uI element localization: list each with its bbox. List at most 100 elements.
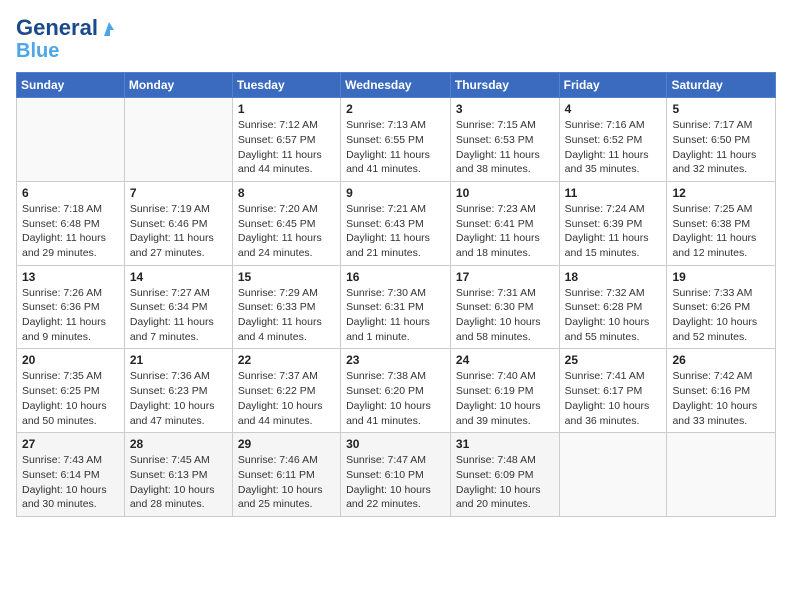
calendar-cell — [559, 433, 667, 517]
logo: General Blue — [16, 16, 118, 62]
calendar-cell: 7 Sunrise: 7:19 AM Sunset: 6:46 PM Daylig… — [124, 181, 232, 265]
calendar-cell — [124, 98, 232, 182]
day-info: Sunrise: 7:32 AM Sunset: 6:28 PM Dayligh… — [565, 286, 662, 345]
day-info: Sunrise: 7:42 AM Sunset: 6:16 PM Dayligh… — [672, 369, 770, 428]
logo-icon — [100, 20, 118, 38]
day-info: Sunrise: 7:45 AM Sunset: 6:13 PM Dayligh… — [130, 453, 227, 512]
day-info: Sunrise: 7:41 AM Sunset: 6:17 PM Dayligh… — [565, 369, 662, 428]
day-number: 29 — [238, 437, 335, 451]
day-info: Sunrise: 7:38 AM Sunset: 6:20 PM Dayligh… — [346, 369, 445, 428]
calendar-cell: 31Sunrise: 7:48 AM Sunset: 6:09 PM Dayli… — [450, 433, 559, 517]
calendar-week-row: 1Sunrise: 7:12 AM Sunset: 6:57 PM Daylig… — [17, 98, 776, 182]
calendar-cell: 23 Sunrise: 7:38 AM Sunset: 6:20 PM Dayli… — [341, 349, 451, 433]
day-info: Sunrise: 7:40 AM Sunset: 6:19 PM Dayligh… — [456, 369, 554, 428]
day-number: 18 — [565, 270, 662, 284]
calendar-week-row: 13Sunrise: 7:26 AM Sunset: 6:36 PM Dayli… — [17, 265, 776, 349]
day-info: Sunrise: 7:29 AM Sunset: 6:33 PM Dayligh… — [238, 286, 335, 345]
page-header: General Blue — [16, 16, 776, 62]
day-info: Sunrise: 7:23 AM Sunset: 6:41 PM Dayligh… — [456, 202, 554, 261]
day-info: Sunrise: 7:33 AM Sunset: 6:26 PM Dayligh… — [672, 286, 770, 345]
day-info: Sunrise: 7:18 AM Sunset: 6:48 PM Dayligh… — [22, 202, 119, 261]
day-number: 16 — [346, 270, 445, 284]
calendar-cell — [17, 98, 125, 182]
calendar-cell: 19 Sunrise: 7:33 AM Sunset: 6:26 PM Dayli… — [667, 265, 776, 349]
logo-blue: Blue — [16, 40, 59, 62]
weekday-header: Friday — [559, 73, 667, 98]
day-info: Sunrise: 7:15 AM Sunset: 6:53 PM Dayligh… — [456, 118, 554, 177]
calendar-cell: 8Sunrise: 7:20 AM Sunset: 6:45 PM Daylig… — [232, 181, 340, 265]
day-number: 26 — [672, 353, 770, 367]
day-number: 7 — [130, 186, 227, 200]
day-number: 19 — [672, 270, 770, 284]
weekday-header: Sunday — [17, 73, 125, 98]
day-info: Sunrise: 7:16 AM Sunset: 6:52 PM Dayligh… — [565, 118, 662, 177]
day-info: Sunrise: 7:30 AM Sunset: 6:31 PM Dayligh… — [346, 286, 445, 345]
day-number: 23 — [346, 353, 445, 367]
calendar-cell: 14 Sunrise: 7:27 AM Sunset: 6:34 PM Dayli… — [124, 265, 232, 349]
calendar-cell: 6Sunrise: 7:18 AM Sunset: 6:48 PM Daylig… — [17, 181, 125, 265]
calendar-cell: 26 Sunrise: 7:42 AM Sunset: 6:16 PM Dayli… — [667, 349, 776, 433]
day-info: Sunrise: 7:24 AM Sunset: 6:39 PM Dayligh… — [565, 202, 662, 261]
day-number: 1 — [238, 102, 335, 116]
day-info: Sunrise: 7:17 AM Sunset: 6:50 PM Dayligh… — [672, 118, 770, 177]
day-number: 15 — [238, 270, 335, 284]
day-number: 8 — [238, 186, 335, 200]
day-number: 9 — [346, 186, 445, 200]
day-info: Sunrise: 7:26 AM Sunset: 6:36 PM Dayligh… — [22, 286, 119, 345]
calendar-cell: 9 Sunrise: 7:21 AM Sunset: 6:43 PM Daylig… — [341, 181, 451, 265]
weekday-header: Saturday — [667, 73, 776, 98]
calendar-cell: 30 Sunrise: 7:47 AM Sunset: 6:10 PM Dayli… — [341, 433, 451, 517]
day-number: 14 — [130, 270, 227, 284]
day-number: 3 — [456, 102, 554, 116]
calendar-cell: 20Sunrise: 7:35 AM Sunset: 6:25 PM Dayli… — [17, 349, 125, 433]
calendar-cell — [667, 433, 776, 517]
day-number: 20 — [22, 353, 119, 367]
day-info: Sunrise: 7:36 AM Sunset: 6:23 PM Dayligh… — [130, 369, 227, 428]
day-info: Sunrise: 7:21 AM Sunset: 6:43 PM Dayligh… — [346, 202, 445, 261]
calendar-cell: 2 Sunrise: 7:13 AM Sunset: 6:55 PM Daylig… — [341, 98, 451, 182]
day-info: Sunrise: 7:25 AM Sunset: 6:38 PM Dayligh… — [672, 202, 770, 261]
weekday-header: Wednesday — [341, 73, 451, 98]
calendar-cell: 3 Sunrise: 7:15 AM Sunset: 6:53 PM Daylig… — [450, 98, 559, 182]
calendar-cell: 1Sunrise: 7:12 AM Sunset: 6:57 PM Daylig… — [232, 98, 340, 182]
calendar-cell: 21 Sunrise: 7:36 AM Sunset: 6:23 PM Dayli… — [124, 349, 232, 433]
calendar-week-row: 27Sunrise: 7:43 AM Sunset: 6:14 PM Dayli… — [17, 433, 776, 517]
day-number: 2 — [346, 102, 445, 116]
calendar-table: SundayMondayTuesdayWednesdayThursdayFrid… — [16, 72, 776, 517]
day-number: 25 — [565, 353, 662, 367]
day-info: Sunrise: 7:31 AM Sunset: 6:30 PM Dayligh… — [456, 286, 554, 345]
calendar-cell: 18 Sunrise: 7:32 AM Sunset: 6:28 PM Dayli… — [559, 265, 667, 349]
day-number: 21 — [130, 353, 227, 367]
day-number: 31 — [456, 437, 554, 451]
calendar-cell: 4 Sunrise: 7:16 AM Sunset: 6:52 PM Daylig… — [559, 98, 667, 182]
calendar-week-row: 6Sunrise: 7:18 AM Sunset: 6:48 PM Daylig… — [17, 181, 776, 265]
calendar-cell: 10Sunrise: 7:23 AM Sunset: 6:41 PM Dayli… — [450, 181, 559, 265]
day-number: 12 — [672, 186, 770, 200]
calendar-week-row: 20Sunrise: 7:35 AM Sunset: 6:25 PM Dayli… — [17, 349, 776, 433]
day-info: Sunrise: 7:27 AM Sunset: 6:34 PM Dayligh… — [130, 286, 227, 345]
calendar-cell: 16 Sunrise: 7:30 AM Sunset: 6:31 PM Dayli… — [341, 265, 451, 349]
calendar-cell: 28Sunrise: 7:45 AM Sunset: 6:13 PM Dayli… — [124, 433, 232, 517]
logo-text: General — [16, 16, 98, 40]
day-number: 5 — [672, 102, 770, 116]
calendar-cell: 27Sunrise: 7:43 AM Sunset: 6:14 PM Dayli… — [17, 433, 125, 517]
calendar-cell: 29Sunrise: 7:46 AM Sunset: 6:11 PM Dayli… — [232, 433, 340, 517]
day-info: Sunrise: 7:13 AM Sunset: 6:55 PM Dayligh… — [346, 118, 445, 177]
day-info: Sunrise: 7:47 AM Sunset: 6:10 PM Dayligh… — [346, 453, 445, 512]
day-number: 11 — [565, 186, 662, 200]
calendar-cell: 12 Sunrise: 7:25 AM Sunset: 6:38 PM Dayli… — [667, 181, 776, 265]
day-info: Sunrise: 7:19 AM Sunset: 6:46 PM Dayligh… — [130, 202, 227, 261]
calendar-cell: 5 Sunrise: 7:17 AM Sunset: 6:50 PM Daylig… — [667, 98, 776, 182]
weekday-header-row: SundayMondayTuesdayWednesdayThursdayFrid… — [17, 73, 776, 98]
calendar-cell: 11 Sunrise: 7:24 AM Sunset: 6:39 PM Dayli… — [559, 181, 667, 265]
calendar-cell: 15 Sunrise: 7:29 AM Sunset: 6:33 PM Dayli… — [232, 265, 340, 349]
calendar-cell: 24Sunrise: 7:40 AM Sunset: 6:19 PM Dayli… — [450, 349, 559, 433]
day-number: 30 — [346, 437, 445, 451]
weekday-header: Tuesday — [232, 73, 340, 98]
weekday-header: Monday — [124, 73, 232, 98]
day-number: 4 — [565, 102, 662, 116]
calendar-cell: 25 Sunrise: 7:41 AM Sunset: 6:17 PM Dayli… — [559, 349, 667, 433]
day-number: 17 — [456, 270, 554, 284]
day-info: Sunrise: 7:43 AM Sunset: 6:14 PM Dayligh… — [22, 453, 119, 512]
calendar-cell: 13Sunrise: 7:26 AM Sunset: 6:36 PM Dayli… — [17, 265, 125, 349]
